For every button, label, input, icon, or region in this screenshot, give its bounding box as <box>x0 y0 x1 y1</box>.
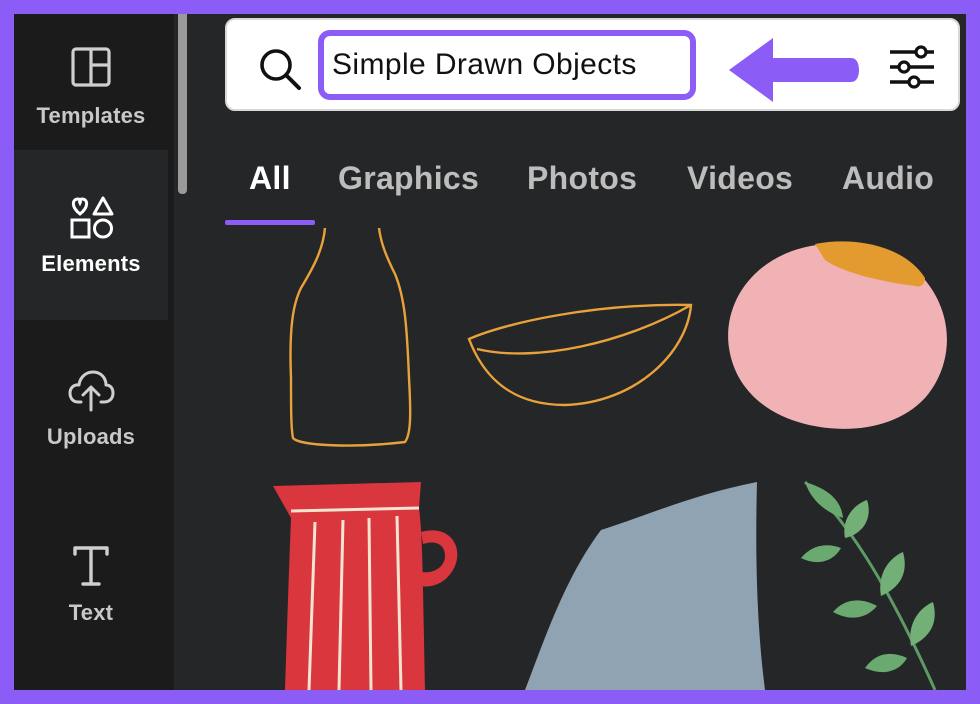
active-tab-indicator <box>225 220 315 225</box>
sidebar-item-label: Uploads <box>46 424 136 449</box>
sidebar-item-templates[interactable]: Templates <box>14 14 168 150</box>
elements-icon <box>70 196 114 239</box>
sidebar-item-label: Text <box>68 600 114 625</box>
annotation-arrow-icon <box>729 38 859 102</box>
sidebar-item-label: Templates <box>36 103 146 128</box>
sidebar-item-label: Elements <box>41 251 141 276</box>
bowl-outline-icon[interactable] <box>465 283 695 413</box>
filter-icon[interactable] <box>887 44 937 90</box>
search-bar: Simple Drawn Objects <box>225 18 960 111</box>
category-tabs: All Graphics Photos Videos Audio <box>225 154 966 228</box>
leaf-branch-icon[interactable] <box>785 478 966 690</box>
search-icon[interactable] <box>257 46 303 92</box>
sidebar-item-elements[interactable]: Elements <box>14 150 168 320</box>
templates-icon <box>71 47 111 87</box>
panel-scrollbar[interactable] <box>178 14 187 194</box>
search-input[interactable]: Simple Drawn Objects <box>318 30 696 100</box>
tab-graphics[interactable]: Graphics <box>338 160 479 197</box>
tab-videos[interactable]: Videos <box>687 160 793 197</box>
sidebar: Templates Elements Uploads Text <box>14 14 174 690</box>
results-grid <box>225 228 966 690</box>
app-frame: Templates Elements Uploads Text Simple D… <box>14 14 966 690</box>
sidebar-item-uploads[interactable]: Uploads <box>14 320 168 496</box>
text-icon <box>73 546 109 586</box>
bottle-outline-icon[interactable] <box>265 228 425 458</box>
search-query-text: Simple Drawn Objects <box>332 48 637 81</box>
tab-audio[interactable]: Audio <box>842 160 934 197</box>
tab-photos[interactable]: Photos <box>527 160 637 197</box>
uploads-icon <box>68 370 115 412</box>
pink-blob-icon[interactable] <box>725 238 957 438</box>
sidebar-item-text[interactable]: Text <box>14 496 168 672</box>
red-pitcher-icon[interactable] <box>265 478 465 690</box>
slate-shape-icon[interactable] <box>525 478 765 690</box>
tab-all[interactable]: All <box>249 160 291 197</box>
